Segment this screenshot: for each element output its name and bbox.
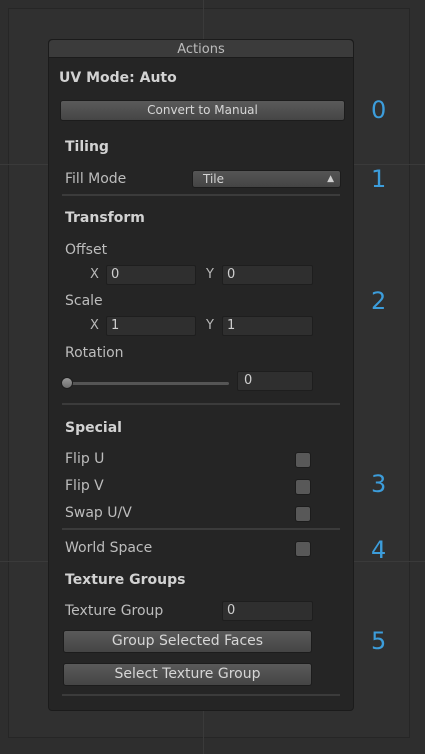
offset-label: Offset [65,242,108,258]
annotation-5: 5 [371,627,387,655]
offset-x-field[interactable]: 0 [106,265,196,285]
world-space-checkbox[interactable] [295,541,311,557]
world-space-label: World Space [65,540,153,556]
annotation-2: 2 [371,287,387,315]
panel-header[interactable]: Actions [49,40,353,58]
rotation-label: Rotation [65,345,124,361]
scale-x-field[interactable]: 1 [106,316,196,336]
scale-y-label: Y [206,318,214,333]
scale-label: Scale [65,293,103,309]
transform-heading: Transform [65,210,145,226]
flip-v-checkbox[interactable] [295,479,311,495]
annotation-1: 1 [371,165,387,193]
texture-group-label: Texture Group [65,603,164,619]
select-texture-group-button[interactable]: Select Texture Group [63,663,312,686]
annotation-0: 0 [371,96,387,124]
convert-to-manual-label: Convert to Manual [147,103,258,117]
tiling-heading: Tiling [65,139,109,155]
swap-uv-checkbox[interactable] [295,506,311,522]
swap-uv-label: Swap U/V [65,505,132,521]
scale-x-label: X [90,318,99,333]
actions-panel: Actions UV Mode: Auto Convert to Manual … [48,39,354,711]
scale-y-field[interactable]: 1 [222,316,313,336]
group-selected-faces-label: Group Selected Faces [111,633,264,649]
offset-y-label: Y [206,267,214,282]
separator [62,194,340,196]
convert-to-manual-button[interactable]: Convert to Manual [60,100,345,121]
fill-mode-value: Tile [203,172,225,186]
offset-x-label: X [90,267,99,282]
annotation-4: 4 [371,536,387,564]
separator [62,403,340,405]
rotation-field[interactable]: 0 [237,371,313,391]
rotation-slider-track[interactable] [66,382,229,385]
dropdown-arrows-icon: ▲ [327,174,334,184]
group-selected-faces-button[interactable]: Group Selected Faces [63,630,312,653]
uv-mode-label: UV Mode: Auto [59,70,177,86]
select-texture-group-label: Select Texture Group [114,666,261,682]
rotation-slider-thumb[interactable] [61,377,73,389]
flip-u-checkbox[interactable] [295,452,311,468]
separator [62,694,340,696]
annotation-3: 3 [371,470,387,498]
texture-group-field[interactable]: 0 [222,601,313,621]
fill-mode-label: Fill Mode [65,171,127,187]
fill-mode-dropdown[interactable]: Tile ▲ [192,170,341,188]
flip-u-label: Flip U [65,451,105,467]
separator [62,528,340,530]
special-heading: Special [65,420,122,436]
panel-title: Actions [177,42,225,57]
flip-v-label: Flip V [65,478,104,494]
texture-groups-heading: Texture Groups [65,572,186,588]
offset-y-field[interactable]: 0 [222,265,313,285]
